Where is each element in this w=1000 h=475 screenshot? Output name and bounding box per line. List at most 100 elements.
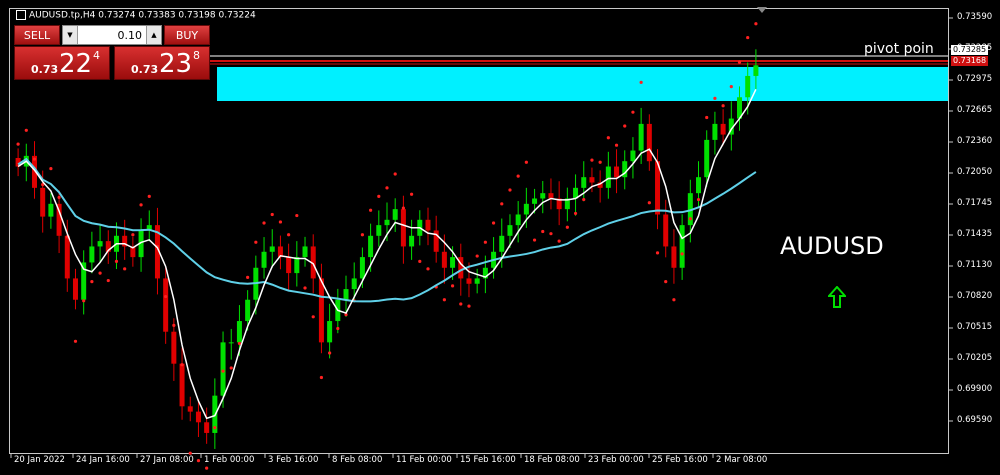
sar-dot (385, 186, 389, 190)
lot-size-input[interactable]: 0.10 (78, 29, 146, 42)
sar-dot (377, 194, 381, 198)
candle-body (327, 321, 333, 343)
candle-body (515, 214, 521, 226)
candle-body (630, 150, 636, 162)
sar-dot (491, 221, 496, 225)
buy-price-prefix: 0.73 (131, 63, 159, 76)
sar-dot (164, 294, 168, 299)
sell-price-prefix: 0.73 (31, 63, 59, 76)
sar-dot (680, 252, 684, 256)
time-tick-label: 1 Feb 00:00 (204, 455, 255, 465)
sell-price-button[interactable]: 0.73 22 4 (14, 46, 110, 80)
candle-body (532, 198, 538, 204)
sell-price-big: 22 (59, 49, 93, 79)
ohlc-values: 0.73274 0.73383 0.73198 0.73224 (98, 10, 256, 21)
sar-dot (278, 220, 283, 224)
time-tick-label: 3 Feb 16:00 (268, 455, 319, 465)
sar-dot (131, 233, 135, 237)
symbol-label: AUDUSD (780, 232, 884, 260)
sar-dot (746, 35, 750, 40)
candle-body (507, 225, 513, 236)
lot-increase-icon[interactable]: ▲ (146, 26, 161, 44)
sar-dot (532, 238, 537, 242)
candle-body (704, 139, 710, 178)
one-click-trading-panel: SELL ▼ 0.10 ▲ BUY 0.73 22 4 0.73 23 8 (14, 25, 210, 81)
sell-button[interactable]: SELL (14, 25, 60, 45)
candle-body (523, 203, 529, 215)
candle-body (187, 406, 193, 412)
candle-body (614, 166, 620, 178)
candle-body (294, 257, 300, 274)
sar-dot (270, 212, 274, 217)
sar-dot (631, 110, 635, 114)
sar-dot (573, 211, 578, 216)
sar-dot (106, 278, 110, 283)
sar-dot (549, 232, 553, 236)
candle-body (302, 246, 308, 258)
sar-dot (409, 192, 414, 196)
candle-body (581, 177, 587, 188)
candle-body (171, 331, 177, 364)
candle-body (318, 278, 324, 343)
price-tick-label: 0.72975 (957, 74, 993, 84)
sar-dot (254, 240, 258, 244)
up-arrow-icon (828, 286, 846, 308)
time-tick-label: 15 Feb 16:00 (460, 455, 516, 465)
lot-decrease-icon[interactable]: ▼ (63, 26, 78, 44)
sar-dot (221, 369, 225, 373)
time-tick-label: 18 Feb 08:00 (524, 455, 580, 465)
buy-button[interactable]: BUY (164, 25, 210, 45)
candle-body (204, 422, 210, 433)
sar-dot (49, 167, 53, 171)
candle-body (261, 251, 267, 268)
candle-body (466, 278, 472, 284)
price-tick-label: 0.70820 (957, 291, 993, 301)
sar-dot (311, 315, 315, 319)
sar-dot (360, 233, 365, 237)
candle-body (425, 219, 431, 231)
candle-body (540, 193, 546, 199)
candle-body (40, 187, 46, 217)
sar-dot (737, 60, 742, 64)
price-tick-label: 0.69590 (957, 415, 993, 425)
candle-body (646, 123, 652, 162)
sar-dot (655, 251, 660, 255)
resistance-zone (217, 67, 948, 101)
sar-dot (369, 208, 373, 212)
sar-dot (729, 84, 733, 89)
candle-body (343, 289, 349, 300)
buy-price-sup: 8 (193, 49, 200, 62)
pivot-label: pivot poin (864, 41, 934, 57)
time-tick-label: 23 Feb 00:00 (588, 455, 644, 465)
sar-dot (303, 286, 307, 290)
sell-price-sup: 4 (93, 49, 100, 62)
candle-body (450, 257, 456, 268)
sar-dot (664, 280, 668, 284)
sar-dot (90, 280, 94, 284)
candle-body (64, 235, 70, 279)
lot-size-stepper[interactable]: ▼ 0.10 ▲ (62, 25, 162, 45)
sar-dot (426, 267, 430, 271)
time-tick-label: 11 Feb 00:00 (396, 455, 452, 465)
sar-dot (557, 239, 561, 243)
candle-body (589, 177, 595, 183)
collapse-icon[interactable] (16, 10, 26, 20)
candle-body (220, 342, 226, 396)
candle-body (663, 214, 669, 247)
candle-body (441, 251, 447, 268)
sar-dot (590, 158, 594, 162)
sar-dot (721, 104, 725, 108)
price-tick-label: 0.73590 (957, 12, 993, 22)
buy-price-button[interactable]: 0.73 23 8 (114, 46, 210, 80)
sar-dot (295, 213, 299, 218)
sar-dot (262, 221, 266, 225)
sar-dot (541, 229, 545, 234)
price-tick-label: 0.72360 (957, 136, 993, 146)
candle-body (48, 203, 54, 217)
candle-body (97, 241, 103, 247)
candle-body (720, 123, 726, 135)
price-tick-label: 0.72665 (957, 105, 993, 115)
price-tick-label: 0.69900 (957, 384, 993, 394)
sar-dot (57, 195, 61, 200)
candle-body (359, 257, 365, 279)
